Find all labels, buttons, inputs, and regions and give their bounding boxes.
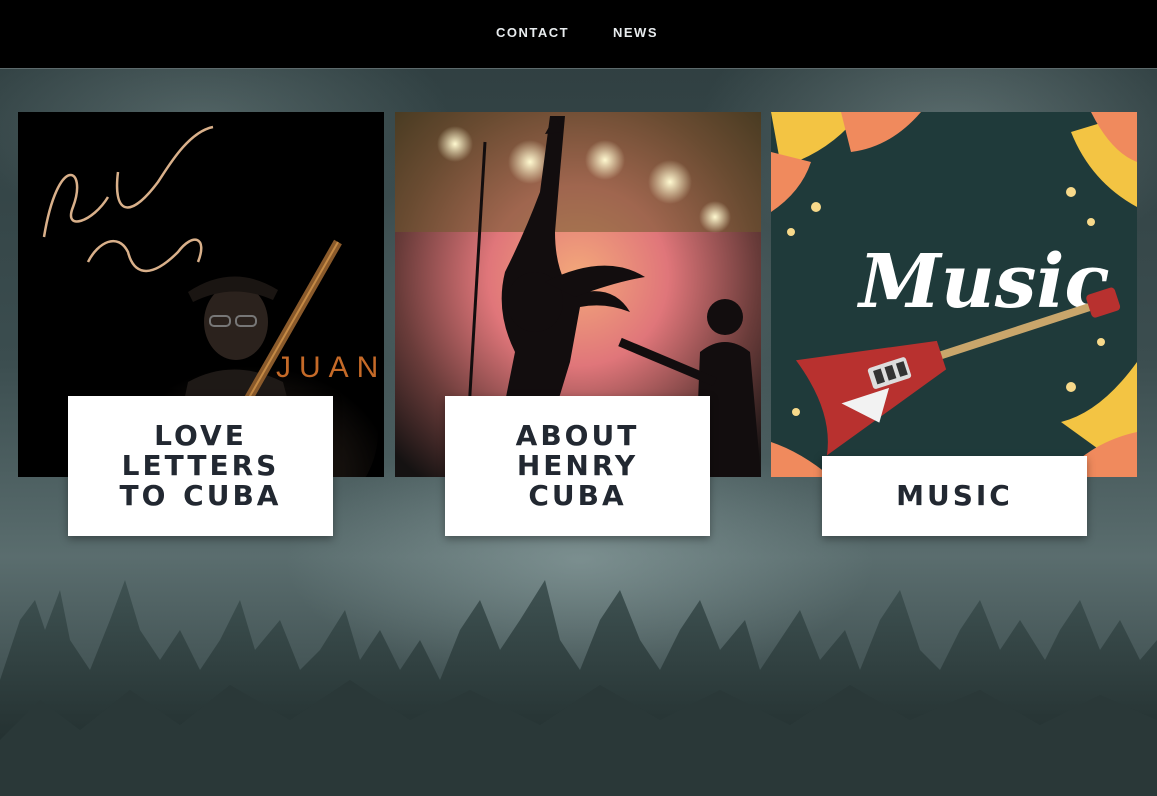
love-letters-title[interactable]: LOVE LETTERS TO CUBA xyxy=(101,421,301,511)
top-navigation: CONTACT NEWS xyxy=(0,0,1157,69)
music-card-label[interactable]: MUSIC xyxy=(822,456,1087,536)
nav-link-news[interactable]: NEWS xyxy=(613,25,658,40)
music-image[interactable]: Music xyxy=(771,112,1137,477)
music-title[interactable]: MUSIC xyxy=(855,481,1055,511)
love-letters-card-label[interactable]: LOVE LETTERS TO CUBA xyxy=(68,396,333,536)
about-henry-cuba-title[interactable]: ABOUT HENRY CUBA xyxy=(478,421,678,511)
music-guitar-graphic: Music xyxy=(771,112,1137,477)
nav-link-contact[interactable]: CONTACT xyxy=(496,25,569,40)
crowd-hands-image xyxy=(0,580,1157,796)
page: CONTACT NEWS JUAN LOVE LETTERS TO CUBA A… xyxy=(0,0,1157,796)
about-henry-cuba-card-label[interactable]: ABOUT HENRY CUBA xyxy=(445,396,710,536)
album-artist-name: JUAN xyxy=(276,351,384,384)
